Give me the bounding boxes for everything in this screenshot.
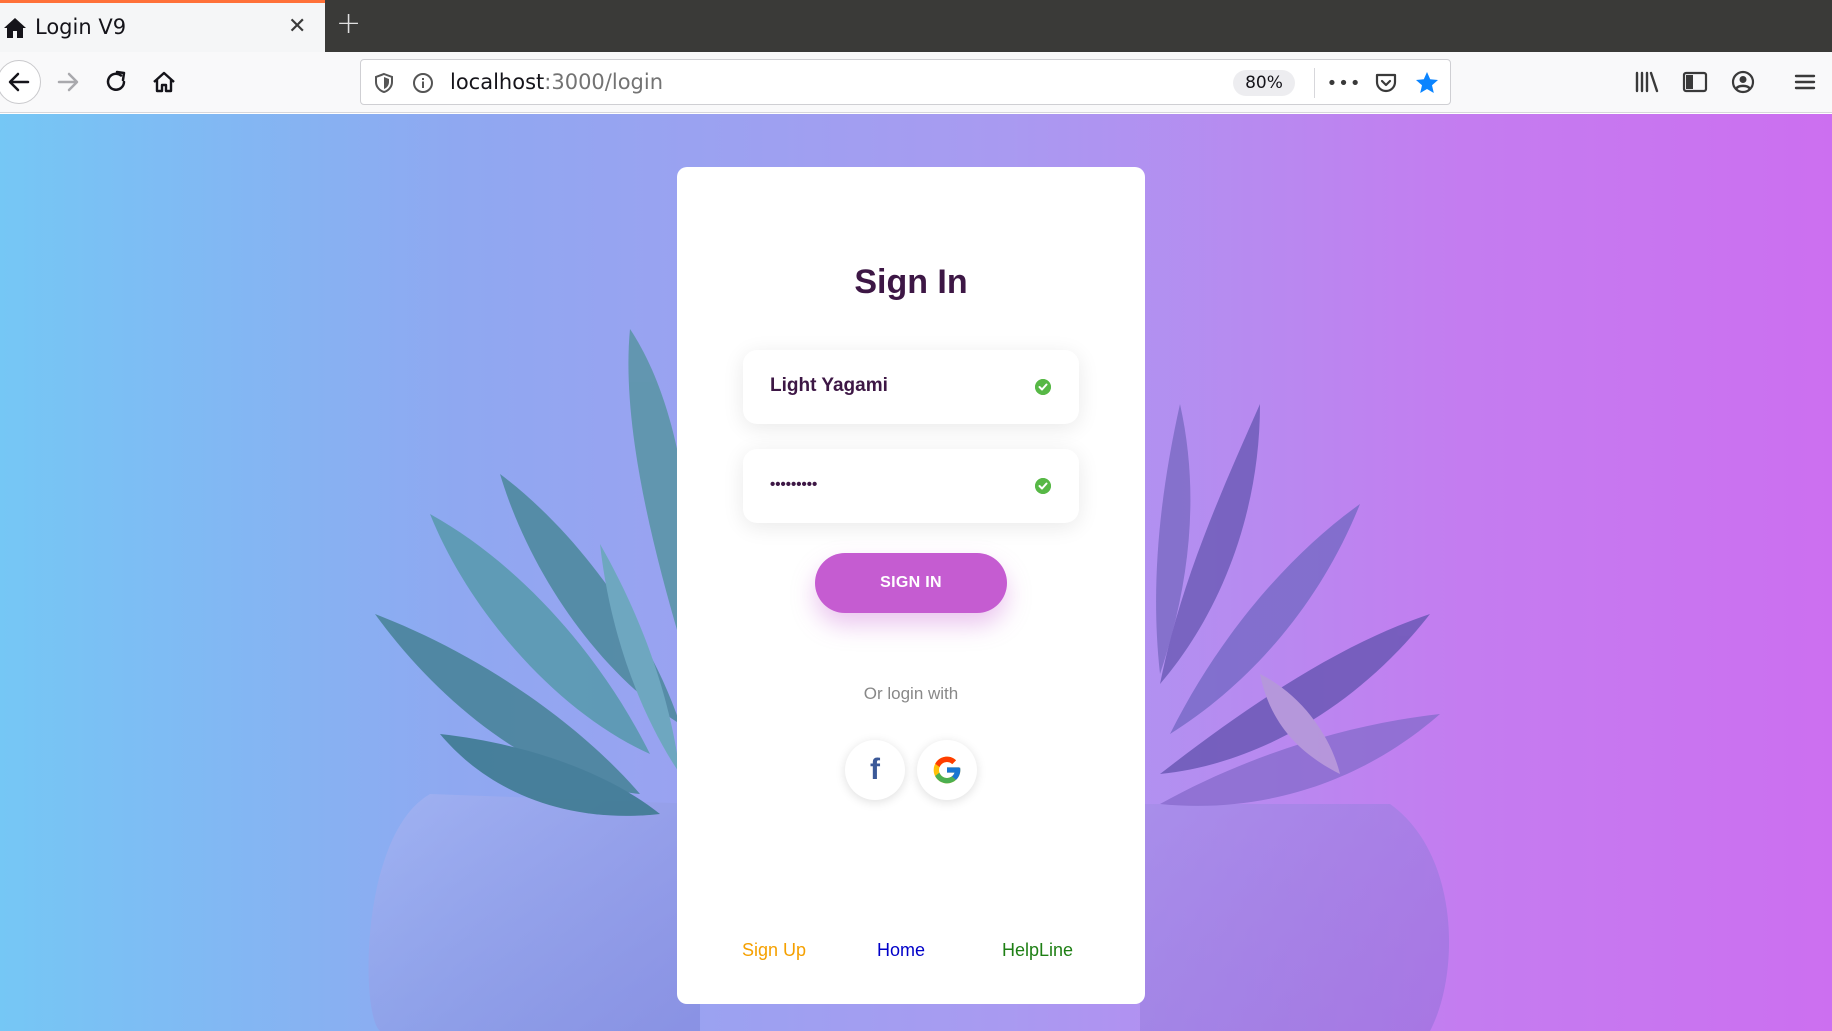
reload-icon: [106, 70, 126, 91]
google-login-button[interactable]: [917, 740, 977, 800]
login-card: Sign In Light Yagami ••••••••• SIGN IN O…: [677, 167, 1145, 1004]
hamburger-menu-icon: [1794, 74, 1816, 90]
sign-in-button[interactable]: SIGN IN: [815, 553, 1007, 613]
back-button[interactable]: [0, 60, 41, 104]
url-bar[interactable]: localhost:3000/login 80% •••: [360, 59, 1451, 105]
helpline-link[interactable]: HelpLine: [1002, 940, 1073, 961]
menu-button[interactable]: [1783, 60, 1827, 104]
sidebar-icon: [1682, 71, 1708, 93]
library-icon: [1635, 71, 1659, 93]
home-icon: [153, 71, 175, 93]
url-path: :3000/login: [544, 70, 664, 94]
tab-strip: Login V9 ✕ +: [0, 0, 1832, 52]
navigation-toolbar: localhost:3000/login 80% •••: [0, 52, 1832, 113]
browser-tab[interactable]: Login V9 ✕: [0, 0, 325, 52]
facebook-login-button[interactable]: f: [845, 740, 905, 800]
account-icon: [1731, 70, 1755, 94]
login-page-background: Sign In Light Yagami ••••••••• SIGN IN O…: [0, 114, 1832, 1031]
sidebar-toggle-button[interactable]: [1673, 60, 1717, 104]
url-separator: [1314, 68, 1315, 98]
check-valid-icon: [1035, 478, 1051, 494]
google-icon: [933, 756, 961, 784]
bookmark-star-icon[interactable]: [1412, 68, 1442, 98]
close-tab-icon[interactable]: ✕: [288, 16, 306, 38]
zoom-level-badge[interactable]: 80%: [1233, 70, 1295, 96]
password-value: •••••••••: [770, 476, 818, 493]
password-field[interactable]: •••••••••: [743, 449, 1079, 523]
page-actions-icon[interactable]: •••: [1327, 68, 1361, 98]
account-button[interactable]: [1721, 60, 1765, 104]
home-favicon-icon: [3, 17, 27, 39]
arrow-left-icon: [8, 72, 30, 92]
library-button[interactable]: [1625, 60, 1669, 104]
check-valid-icon: [1035, 379, 1051, 395]
facebook-icon: f: [870, 753, 880, 786]
arrow-right-icon: [57, 72, 79, 92]
url-host: localhost: [450, 70, 545, 94]
tab-title: Login V9: [35, 15, 127, 39]
reload-button[interactable]: [94, 60, 138, 104]
forward-button[interactable]: [46, 60, 90, 104]
url-text[interactable]: localhost:3000/login: [450, 70, 663, 94]
username-field[interactable]: Light Yagami: [743, 350, 1079, 424]
sign-in-title: Sign In: [854, 263, 968, 301]
tracking-shield-icon[interactable]: [369, 68, 399, 98]
username-value: Light Yagami: [770, 375, 888, 396]
new-tab-button[interactable]: +: [336, 9, 361, 39]
or-login-with-label: Or login with: [863, 684, 959, 703]
home-button[interactable]: [142, 60, 186, 104]
sign-up-link[interactable]: Sign Up: [742, 940, 806, 961]
site-info-icon[interactable]: [408, 68, 438, 98]
pocket-icon[interactable]: [1371, 68, 1401, 98]
home-link[interactable]: Home: [877, 940, 925, 961]
